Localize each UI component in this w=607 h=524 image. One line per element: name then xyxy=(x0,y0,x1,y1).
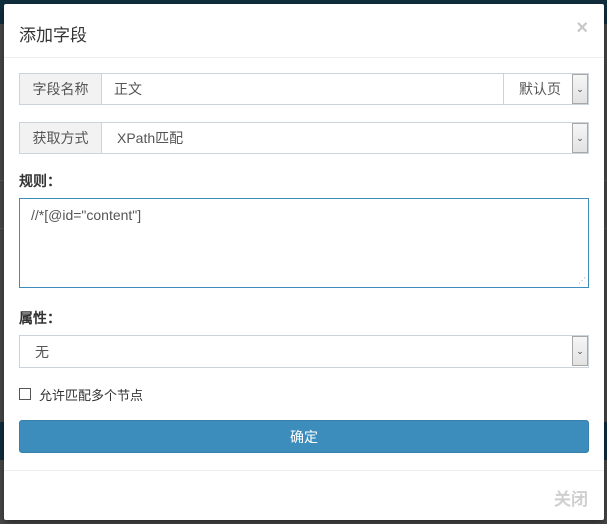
field-name-group: 字段名称 正文 默认页 ⌄ xyxy=(19,73,589,105)
fetch-method-select[interactable]: XPath匹配 ⌄ xyxy=(102,123,588,153)
field-name-input[interactable]: 正文 xyxy=(102,74,503,104)
allow-multiple-row: 允许匹配多个节点 xyxy=(19,384,589,404)
modal-header: 添加字段 × xyxy=(4,4,604,58)
chevron-down-icon[interactable]: ⌄ xyxy=(572,336,588,366)
resize-grip-icon[interactable]: ⋰ xyxy=(578,277,586,285)
modal-footer: 关闭 xyxy=(4,470,604,521)
page-select-value: 默认页 xyxy=(519,81,561,97)
close-icon[interactable]: × xyxy=(576,18,588,38)
modal-body: 字段名称 正文 默认页 ⌄ 获取方式 XPath匹配 ⌄ 规则： //*[@id… xyxy=(19,73,589,453)
confirm-button[interactable]: 确定 xyxy=(19,420,589,453)
attribute-value: 无 xyxy=(35,343,49,360)
rule-textarea[interactable]: //*[@id="content"] ⋰ xyxy=(19,198,589,288)
chevron-down-icon[interactable]: ⌄ xyxy=(572,74,588,104)
add-field-modal: 添加字段 × 字段名称 正文 默认页 ⌄ 获取方式 XPath匹配 ⌄ 规则： … xyxy=(4,4,604,520)
rule-label: 规则： xyxy=(19,173,61,189)
allow-multiple-label[interactable]: 允许匹配多个节点 xyxy=(39,385,143,404)
chevron-down-icon[interactable]: ⌄ xyxy=(572,123,588,153)
attribute-select[interactable]: 无 ⌄ xyxy=(19,335,589,368)
page-select[interactable]: 默认页 ⌄ xyxy=(503,74,588,104)
attribute-label: 属性： xyxy=(19,310,61,326)
modal-title: 添加字段 xyxy=(19,26,87,45)
fetch-method-group: 获取方式 XPath匹配 ⌄ xyxy=(19,122,589,154)
field-name-label: 字段名称 xyxy=(20,74,102,104)
fetch-method-value: XPath匹配 xyxy=(117,130,184,146)
fetch-method-label: 获取方式 xyxy=(20,123,102,153)
allow-multiple-checkbox[interactable] xyxy=(19,388,31,400)
rule-value: //*[@id="content"] xyxy=(31,207,142,223)
close-button[interactable]: 关闭 xyxy=(554,485,588,510)
